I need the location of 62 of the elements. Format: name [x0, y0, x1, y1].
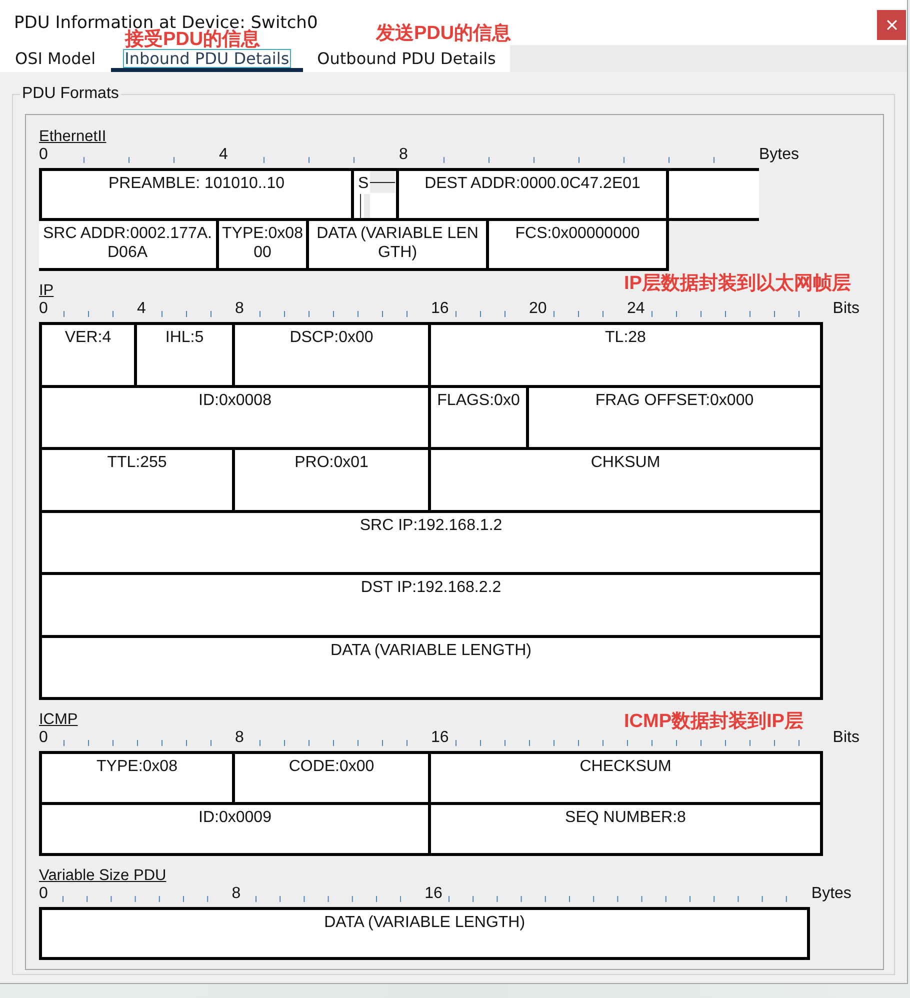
tab[interactable]: Outbound PDU Details	[303, 45, 510, 72]
annotation-text: ICMP数据封装到IP层	[624, 712, 804, 732]
ruler-ticks	[552, 311, 604, 317]
header-cell: TYPE:0x08	[39, 751, 235, 805]
ruler-label: 0	[39, 146, 48, 164]
ruler-label: 16	[431, 300, 449, 318]
ruler-unit: Bytes	[811, 885, 852, 903]
header-cell: ID:0x0008	[39, 388, 431, 450]
tab[interactable]: OSI Model	[0, 45, 111, 72]
header-cell: TTL:255	[39, 450, 235, 512]
group-title: PDU Formats	[21, 85, 120, 103]
ruler-label: 4	[137, 300, 146, 318]
header-cell: DATA (VARIABLE LENGTH)	[39, 907, 810, 960]
ruler-unit: Bits	[832, 729, 860, 747]
close-icon	[886, 20, 896, 30]
header-cell: CHECKSUM	[431, 751, 823, 805]
header-cell: DSCP:0x00	[235, 322, 431, 388]
ruler-label: 8	[232, 885, 241, 903]
ruler-label: 20	[529, 300, 547, 318]
header-cell: DATA (VARIABLE LENGTH)	[39, 638, 823, 700]
ruler-label: 0	[39, 729, 48, 747]
header-cell: CODE:0x00	[235, 751, 431, 805]
header-cell: FCS:0x00000000	[489, 221, 669, 271]
ruler-label: 4	[219, 146, 228, 164]
cell-text: S	[358, 174, 369, 193]
header-cell: DST IP:192.168.2.2	[39, 575, 823, 638]
header-cell: SRC IP:192.168.1.2	[39, 512, 823, 575]
ruler-ticks	[160, 311, 212, 317]
header-cell: CHKSUM	[431, 450, 823, 512]
header-cell: IHL:5	[137, 322, 235, 388]
annotation-text: 发送PDU的信息	[376, 24, 512, 44]
header-cell: FRAG OFFSET:0x000	[529, 388, 823, 450]
header-cell: TYPE:0x08 00	[219, 221, 309, 271]
header-cell: PREAMBLE: 101010..10	[39, 168, 354, 221]
close-button[interactable]	[877, 10, 906, 40]
header-cell: DEST ADDR:0000.0C47.2E01	[399, 168, 669, 221]
header-cell: SEQ NUMBER:8	[431, 805, 823, 856]
annotation-text: IP层数据封装到以太网帧层	[624, 274, 851, 294]
header-cell: SRC ADDR:0002.177A. D06A	[39, 221, 219, 271]
header-cell: TL:28	[431, 322, 823, 388]
ruler-ticks	[454, 311, 506, 317]
ruler-label: 8	[235, 300, 244, 318]
ruler-label: 0	[39, 885, 48, 903]
ruler-label: 24	[627, 300, 645, 318]
section-title: ICMP	[39, 711, 78, 728]
ruler-label: 16	[424, 885, 442, 903]
ruler-label: 8	[235, 729, 244, 747]
header-cell: VER:4	[39, 322, 137, 388]
section-title: Variable Size PDU	[39, 867, 166, 884]
ruler-label: 0	[39, 300, 48, 318]
ruler-unit: Bytes	[759, 146, 800, 164]
header-cell: DATA (VARIABLE LEN GTH)	[309, 221, 489, 271]
ruler-label: 16	[431, 729, 449, 747]
ruler-label: 8	[399, 146, 408, 164]
header-cell: FLAGS:0x0	[431, 388, 529, 450]
clipped-field-icon	[360, 194, 370, 218]
ruler-ticks	[62, 311, 114, 317]
section-title: EthernetII	[39, 128, 106, 145]
header-cell: PRO:0x01	[235, 450, 431, 512]
ruler-unit: Bits	[832, 300, 860, 318]
header-cell: ID:0x0009	[39, 805, 431, 856]
section-title: IP	[39, 282, 54, 299]
